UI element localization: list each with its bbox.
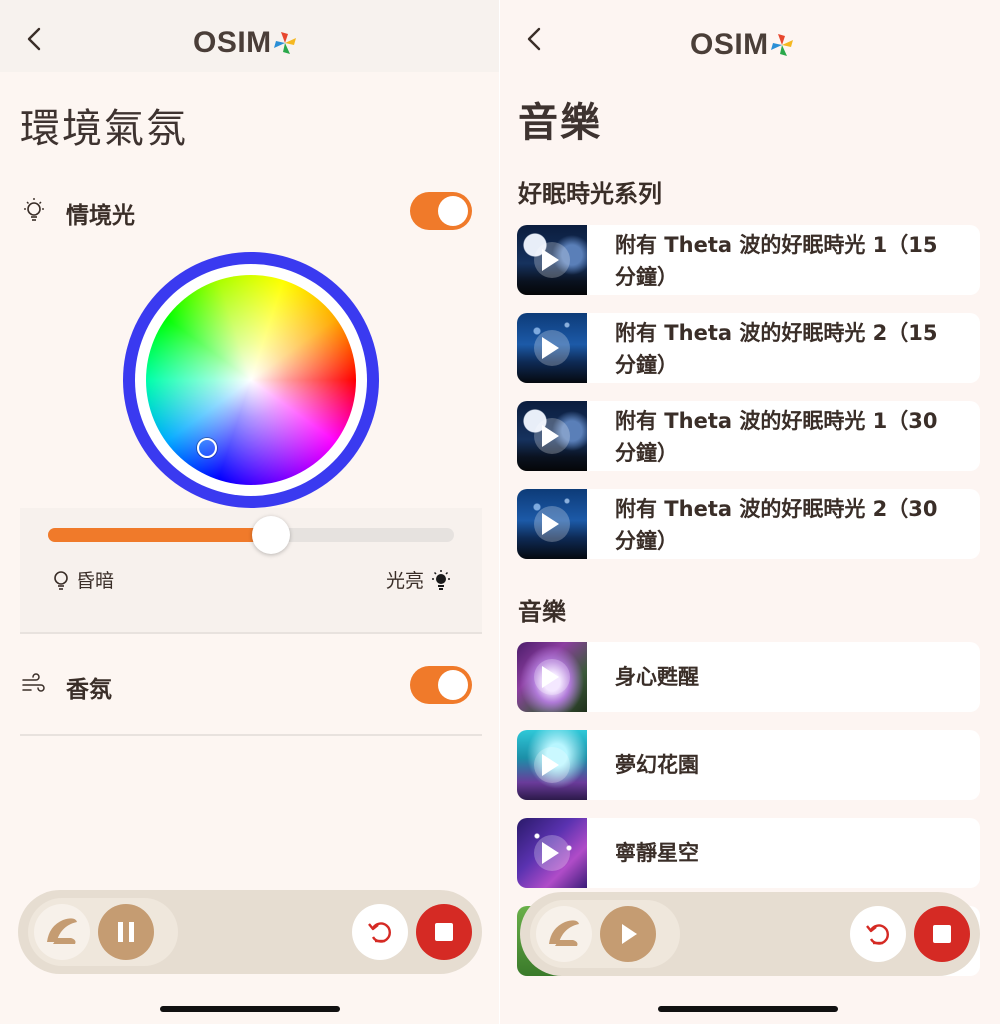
brightness-slider-thumb[interactable]: [252, 516, 291, 554]
play-icon: [542, 513, 559, 535]
logo-flower-icon: [273, 32, 296, 54]
dim-label: 昏暗: [52, 566, 114, 593]
home-indicator[interactable]: [658, 1006, 838, 1012]
bright-label: 光亮: [386, 566, 452, 593]
ambient-light-label: 情境光: [66, 203, 135, 229]
osim-logo: OSIM: [690, 28, 795, 62]
logo-flower-icon: [770, 34, 793, 56]
track-title-line: 附有 Theta 波的好眠時光 2（30: [615, 497, 938, 521]
track-thumbnail: [517, 730, 587, 800]
dim-text: 昏暗: [76, 570, 115, 592]
track-title-line: 附有 Theta 波的好眠時光 1（15: [615, 233, 938, 257]
track-item[interactable]: 附有 Theta 波的好眠時光 1（15 分鐘）: [517, 225, 980, 295]
track-title: 附有 Theta 波的好眠時光 2（30 分鐘）: [615, 493, 965, 557]
brightness-slider[interactable]: [48, 516, 454, 554]
massage-chair-icon: [47, 918, 77, 944]
section-title-music: 音樂: [518, 598, 566, 626]
color-picker-cursor[interactable]: [197, 438, 217, 458]
play-icon: [622, 924, 637, 944]
track-title-line: 分鐘）: [615, 529, 678, 553]
brightness-slider-fill: [48, 528, 272, 542]
undo-icon: [368, 922, 391, 943]
track-title: 寧靜星空: [615, 841, 699, 865]
track-title-line: 附有 Theta 波的好眠時光 2（15: [615, 321, 938, 345]
scent-toggle[interactable]: [410, 666, 472, 704]
bulb-on-icon: [432, 569, 450, 590]
scent-row: 香氛: [20, 662, 480, 708]
player-bar: [520, 892, 980, 976]
home-indicator[interactable]: [160, 1006, 340, 1012]
play-icon: [542, 666, 559, 688]
stop-button[interactable]: [416, 904, 472, 960]
pause-button[interactable]: [98, 904, 154, 960]
stop-button[interactable]: [914, 906, 970, 962]
header-bar: OSIM: [0, 0, 500, 72]
track-thumbnail: [517, 642, 587, 712]
massage-chair-button[interactable]: [34, 904, 90, 960]
track-title: 附有 Theta 波的好眠時光 1（15 分鐘）: [615, 229, 965, 293]
color-wheel[interactable]: [146, 275, 356, 485]
reset-button[interactable]: [850, 906, 906, 962]
pause-icon: [118, 922, 134, 942]
osim-logo: OSIM: [193, 26, 298, 60]
track-title: 身心甦醒: [615, 665, 699, 689]
play-icon: [542, 425, 559, 447]
divider: [20, 632, 482, 634]
header-bar: OSIM: [500, 0, 1000, 72]
bulb-off-icon: [54, 570, 68, 590]
track-title: 附有 Theta 波的好眠時光 1（30 分鐘）: [615, 405, 965, 469]
color-wheel-ring: [123, 252, 379, 508]
play-icon: [542, 337, 559, 359]
wind-icon: [22, 673, 45, 692]
divider: [20, 734, 482, 736]
page-title: 環境氣氛: [20, 106, 188, 152]
chevron-left-icon[interactable]: [22, 26, 48, 52]
music-screen: OSIM 音樂 好眠時光系列 附有 Theta 波的好眠時光 1（15 分鐘） 附…: [500, 0, 1000, 1024]
play-icon: [542, 249, 559, 271]
play-button[interactable]: [600, 906, 656, 962]
track-item[interactable]: 夢幻花園: [517, 730, 980, 800]
track-title: 夢幻花園: [615, 753, 699, 777]
logo-text: OSIM: [193, 26, 272, 59]
track-thumbnail: [517, 401, 587, 471]
brightness-control: 昏暗 光亮: [20, 508, 482, 632]
ambient-light-row: 情境光: [20, 188, 480, 234]
track-item[interactable]: 附有 Theta 波的好眠時光 2（15 分鐘）: [517, 313, 980, 383]
track-item[interactable]: 身心甦醒: [517, 642, 980, 712]
scent-label: 香氛: [66, 677, 112, 703]
play-icon: [542, 754, 559, 776]
lightbulb-icon: [24, 198, 44, 221]
massage-chair-button[interactable]: [536, 906, 592, 962]
track-title-line: 附有 Theta 波的好眠時光 1（30: [615, 409, 938, 433]
track-item[interactable]: 附有 Theta 波的好眠時光 2（30 分鐘）: [517, 489, 980, 559]
track-thumbnail: [517, 313, 587, 383]
stop-icon: [933, 925, 951, 943]
undo-icon: [866, 924, 889, 945]
reset-button[interactable]: [352, 904, 408, 960]
player-bar: [18, 890, 482, 974]
chevron-left-icon[interactable]: [522, 26, 548, 52]
stop-icon: [435, 923, 453, 941]
track-title: 附有 Theta 波的好眠時光 2（15 分鐘）: [615, 317, 965, 381]
track-thumbnail: [517, 489, 587, 559]
bright-text: 光亮: [385, 570, 424, 592]
track-title-line: 分鐘）: [615, 441, 678, 465]
massage-chair-icon: [549, 920, 579, 946]
toggle-knob: [438, 196, 468, 226]
ambience-screen: OSIM 環境氣氛 情境光 昏暗 光亮 香氛: [0, 0, 500, 1024]
toggle-knob: [438, 670, 468, 700]
logo-text: OSIM: [690, 28, 769, 61]
track-item[interactable]: 附有 Theta 波的好眠時光 1（30 分鐘）: [517, 401, 980, 471]
ambient-light-toggle[interactable]: [410, 192, 472, 230]
track-title-line: 分鐘）: [615, 353, 678, 377]
play-icon: [542, 842, 559, 864]
track-title-line: 分鐘）: [615, 265, 678, 289]
track-item[interactable]: 寧靜星空: [517, 818, 980, 888]
page-title: 音樂: [518, 100, 602, 146]
section-title-sleep: 好眠時光系列: [518, 180, 662, 208]
track-thumbnail: [517, 225, 587, 295]
track-thumbnail: [517, 818, 587, 888]
